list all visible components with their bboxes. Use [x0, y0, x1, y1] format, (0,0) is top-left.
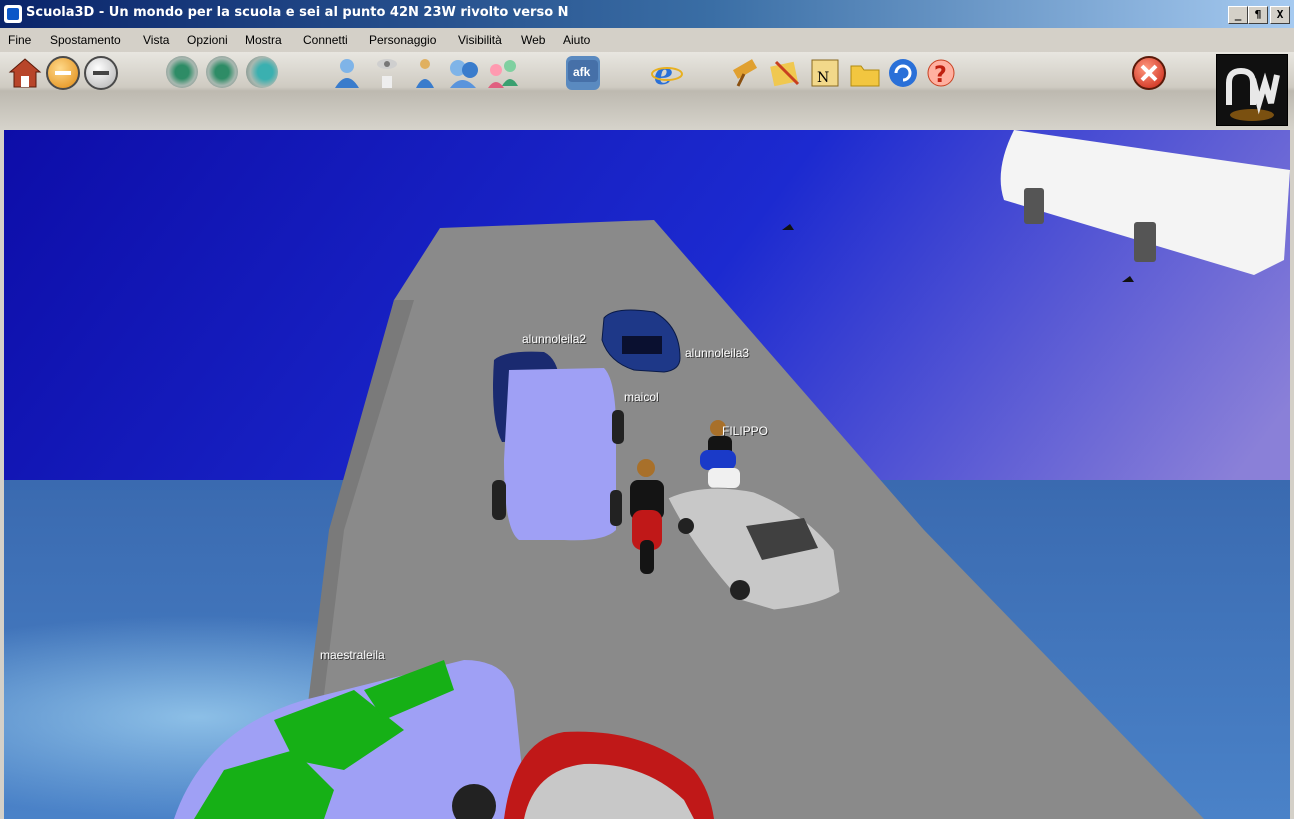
afk-icon[interactable]: afk — [566, 56, 600, 90]
menu-bar: Fine Spostamento Vista Opzioni Mostra Co… — [0, 28, 1294, 52]
label-filippo: FILIPPO — [722, 424, 769, 438]
3d-viewport[interactable]: alunnoleila2 alunnoleila3 maicol FILIPPO… — [4, 130, 1290, 819]
map-icon[interactable]: N — [808, 56, 842, 90]
avatar-ghost-icon[interactable] — [370, 56, 404, 90]
menu-visibilita[interactable]: Visibilità — [458, 33, 502, 47]
afk-text: afk — [573, 65, 591, 79]
close-window-button[interactable]: X — [1270, 6, 1290, 24]
menu-mostra[interactable]: Mostra — [245, 33, 282, 47]
logo — [1216, 54, 1288, 126]
menu-web[interactable]: Web — [521, 33, 545, 47]
users-chat-icon[interactable] — [486, 56, 520, 90]
telescope-icon[interactable] — [728, 56, 762, 90]
menu-vista[interactable]: Vista — [143, 33, 169, 47]
minimize-button[interactable]: _ — [1228, 6, 1248, 24]
menu-opzioni[interactable]: Opzioni — [187, 33, 228, 47]
label-maestraleila: maestraleila — [320, 648, 385, 662]
notes-icon[interactable] — [768, 56, 802, 90]
view-eye-alt-icon[interactable] — [206, 56, 238, 88]
app-icon[interactable] — [4, 5, 22, 23]
forward-icon[interactable] — [84, 56, 118, 90]
lilac-car-maicol — [492, 368, 624, 541]
avatar-small-icon[interactable] — [408, 56, 442, 90]
label-alunnoleila2: alunnoleila2 — [522, 332, 587, 346]
close-icon[interactable] — [1132, 56, 1166, 90]
label-alunnoleila3: alunnoleila3 — [685, 346, 750, 360]
avatar-icon[interactable] — [330, 56, 364, 90]
menu-connetti[interactable]: Connetti — [303, 33, 348, 47]
label-maicol: maicol — [624, 390, 659, 404]
svg-text:e: e — [654, 57, 673, 90]
title-bar: Scuola3D - Un mondo per la scuola e sei … — [0, 0, 1294, 28]
menu-fine[interactable]: Fine — [8, 33, 31, 47]
help-icon[interactable]: ? — [924, 56, 958, 90]
menu-aiuto[interactable]: Aiuto — [563, 33, 590, 47]
map-north-label: N — [817, 70, 829, 86]
users-group-icon[interactable] — [446, 56, 480, 90]
svg-text:?: ? — [934, 63, 947, 88]
back-icon[interactable] — [46, 56, 80, 90]
internet-explorer-icon[interactable]: e — [650, 56, 684, 92]
restore-button[interactable]: ¶ — [1248, 6, 1268, 24]
view-eye-icon[interactable] — [166, 56, 198, 88]
window-title: Scuola3D - Un mondo per la scuola e sei … — [26, 5, 569, 20]
menu-spostamento[interactable]: Spostamento — [50, 33, 121, 47]
menu-personaggio[interactable]: Personaggio — [369, 33, 436, 47]
home-icon[interactable] — [8, 56, 42, 90]
view-eye-side-icon[interactable] — [246, 56, 278, 88]
refresh-icon[interactable] — [886, 56, 920, 90]
folder-icon[interactable] — [848, 56, 882, 90]
